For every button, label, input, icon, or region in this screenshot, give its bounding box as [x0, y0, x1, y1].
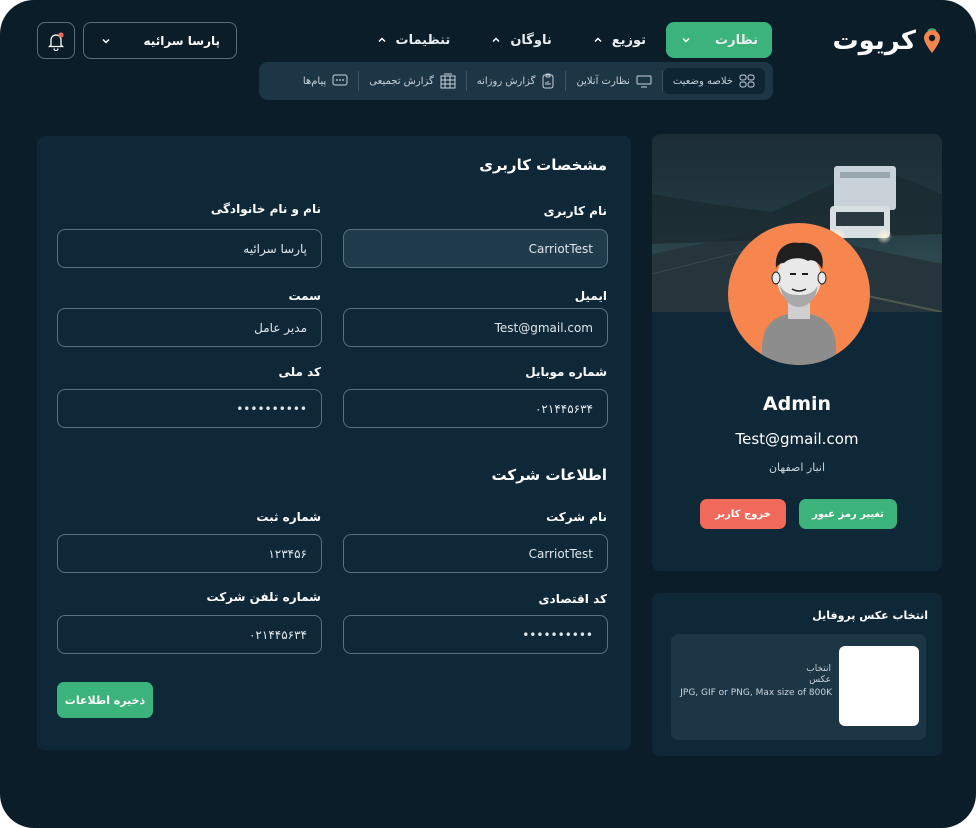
tab-label: پیام‌ها	[302, 75, 327, 87]
user-select-value: پارسا سرائیه	[143, 33, 220, 48]
change-password-button[interactable]: تغییر رمز عبور	[799, 499, 897, 529]
app-frame: کریوت نظارت توزیع ناوگان تنظیمات خلاصه و…	[0, 0, 976, 828]
national-id-field[interactable]: ••••••••••	[57, 389, 322, 428]
chevron-down-icon	[682, 37, 690, 43]
tab-label: گزارش روزانه	[476, 75, 536, 87]
tab-online-monitoring[interactable]: نظارت آنلاین	[566, 68, 661, 94]
clipboard-icon	[542, 73, 554, 89]
profile-role: انبار اصفهان	[768, 461, 826, 474]
username-field[interactable]: CarriotTest	[343, 229, 608, 268]
notification-button[interactable]	[37, 22, 75, 59]
logout-button[interactable]: خروج کاربر	[700, 499, 786, 529]
nav-item-label: تنظیمات	[395, 32, 451, 48]
company-phone-field[interactable]: ۰۲۱۴۴۵۶۳۴	[57, 615, 322, 654]
tab-daily-report[interactable]: گزارش روزانه	[467, 68, 566, 94]
nav-item-monitoring[interactable]: نظارت	[666, 22, 772, 58]
email-field[interactable]: Test@gmail.com	[343, 308, 608, 347]
monitor-icon	[636, 75, 652, 88]
profile-photo-card: انتخاب عکس پروفایل انتخاب عکس JPG, GIF o…	[652, 593, 942, 756]
grid-report-icon	[440, 73, 456, 89]
fullname-label: نام و نام خانوادگی	[210, 202, 321, 216]
upload-dropzone[interactable]: انتخاب عکس JPG, GIF or PNG, Max size of …	[671, 634, 926, 740]
mobile-field[interactable]: ۰۲۱۴۴۵۶۳۴	[343, 389, 608, 428]
location-pin-icon	[924, 28, 940, 53]
fullname-field[interactable]: پارسا سرائیه	[57, 229, 322, 268]
upload-label-line2: عکس	[809, 675, 831, 685]
nav-item-fleet[interactable]: ناوگان	[470, 22, 571, 58]
avatar-illustration	[762, 242, 836, 365]
registration-number-label: شماره ثبت	[256, 510, 321, 524]
profile-card: Admin Test@gmail.com انبار اصفهان تغییر …	[652, 134, 942, 571]
upload-label-line1: انتخاب	[806, 664, 831, 674]
chevron-down-icon	[102, 38, 110, 44]
tab-messages[interactable]: پیام‌ها	[293, 68, 358, 94]
chevron-up-icon	[594, 37, 602, 43]
company-info-title: اطلاعات شرکت	[491, 466, 607, 484]
mobile-label: شماره موبایل	[525, 365, 607, 379]
company-name-label: نام شرکت	[546, 510, 607, 524]
economic-code-field[interactable]: ••••••••••	[343, 615, 608, 654]
chevron-up-icon	[377, 37, 386, 43]
nav-item-label: نظارت	[715, 32, 758, 48]
logo-text: کریوت	[832, 26, 917, 56]
national-id-label: کد ملی	[278, 365, 321, 379]
main-nav: نظارت توزیع ناوگان تنظیمات	[356, 22, 772, 58]
message-icon	[332, 74, 348, 86]
profile-email: Test@gmail.com	[735, 430, 859, 448]
photo-preview	[839, 646, 919, 726]
save-button[interactable]: ذخیره اطلاعات	[57, 682, 153, 718]
dashboard-icon	[739, 74, 755, 88]
avatar	[728, 223, 870, 365]
company-phone-label: شماره تلفن شرکت	[206, 590, 322, 604]
tab-label: خلاصه وضعیت	[672, 75, 733, 87]
sub-nav: خلاصه وضعیت نظارت آنلاین گزارش روزانه گز…	[259, 62, 773, 100]
nav-item-label: ناوگان	[510, 32, 552, 48]
username-label: نام کاربری	[543, 204, 607, 218]
position-field[interactable]: مدیر عامل	[57, 308, 322, 347]
bell-icon	[47, 31, 65, 51]
position-label: سمت	[288, 289, 321, 303]
tab-status-summary[interactable]: خلاصه وضعیت	[662, 68, 765, 94]
logo[interactable]: کریوت	[833, 26, 942, 56]
chevron-up-icon	[492, 37, 500, 43]
registration-number-field[interactable]: ۱۲۳۴۵۶	[57, 534, 322, 573]
upload-hint: JPG, GIF or PNG, Max size of 800K	[680, 688, 832, 698]
upload-label: انتخاب عکس	[806, 664, 831, 686]
nav-item-settings[interactable]: تنظیمات	[356, 22, 471, 58]
tab-aggregate-report[interactable]: گزارش تجمیعی	[359, 68, 465, 94]
profile-name: Admin	[762, 393, 832, 415]
tab-label: نظارت آنلاین	[576, 75, 630, 87]
user-info-title: مشخصات کاربری	[479, 156, 607, 174]
nav-item-label: توزیع	[611, 32, 646, 48]
tab-label: گزارش تجمیعی	[369, 75, 434, 87]
company-name-field[interactable]: CarriotTest	[343, 534, 608, 573]
nav-item-distribution[interactable]: توزیع	[572, 22, 666, 58]
user-form-card: مشخصات کاربری نام کاربری CarriotTest نام…	[37, 136, 631, 750]
upload-title: انتخاب عکس پروفایل	[812, 609, 928, 622]
user-select[interactable]: پارسا سرائیه	[83, 22, 237, 59]
email-label: ایمیل	[574, 289, 607, 303]
economic-code-label: کد اقتصادی	[538, 592, 607, 606]
